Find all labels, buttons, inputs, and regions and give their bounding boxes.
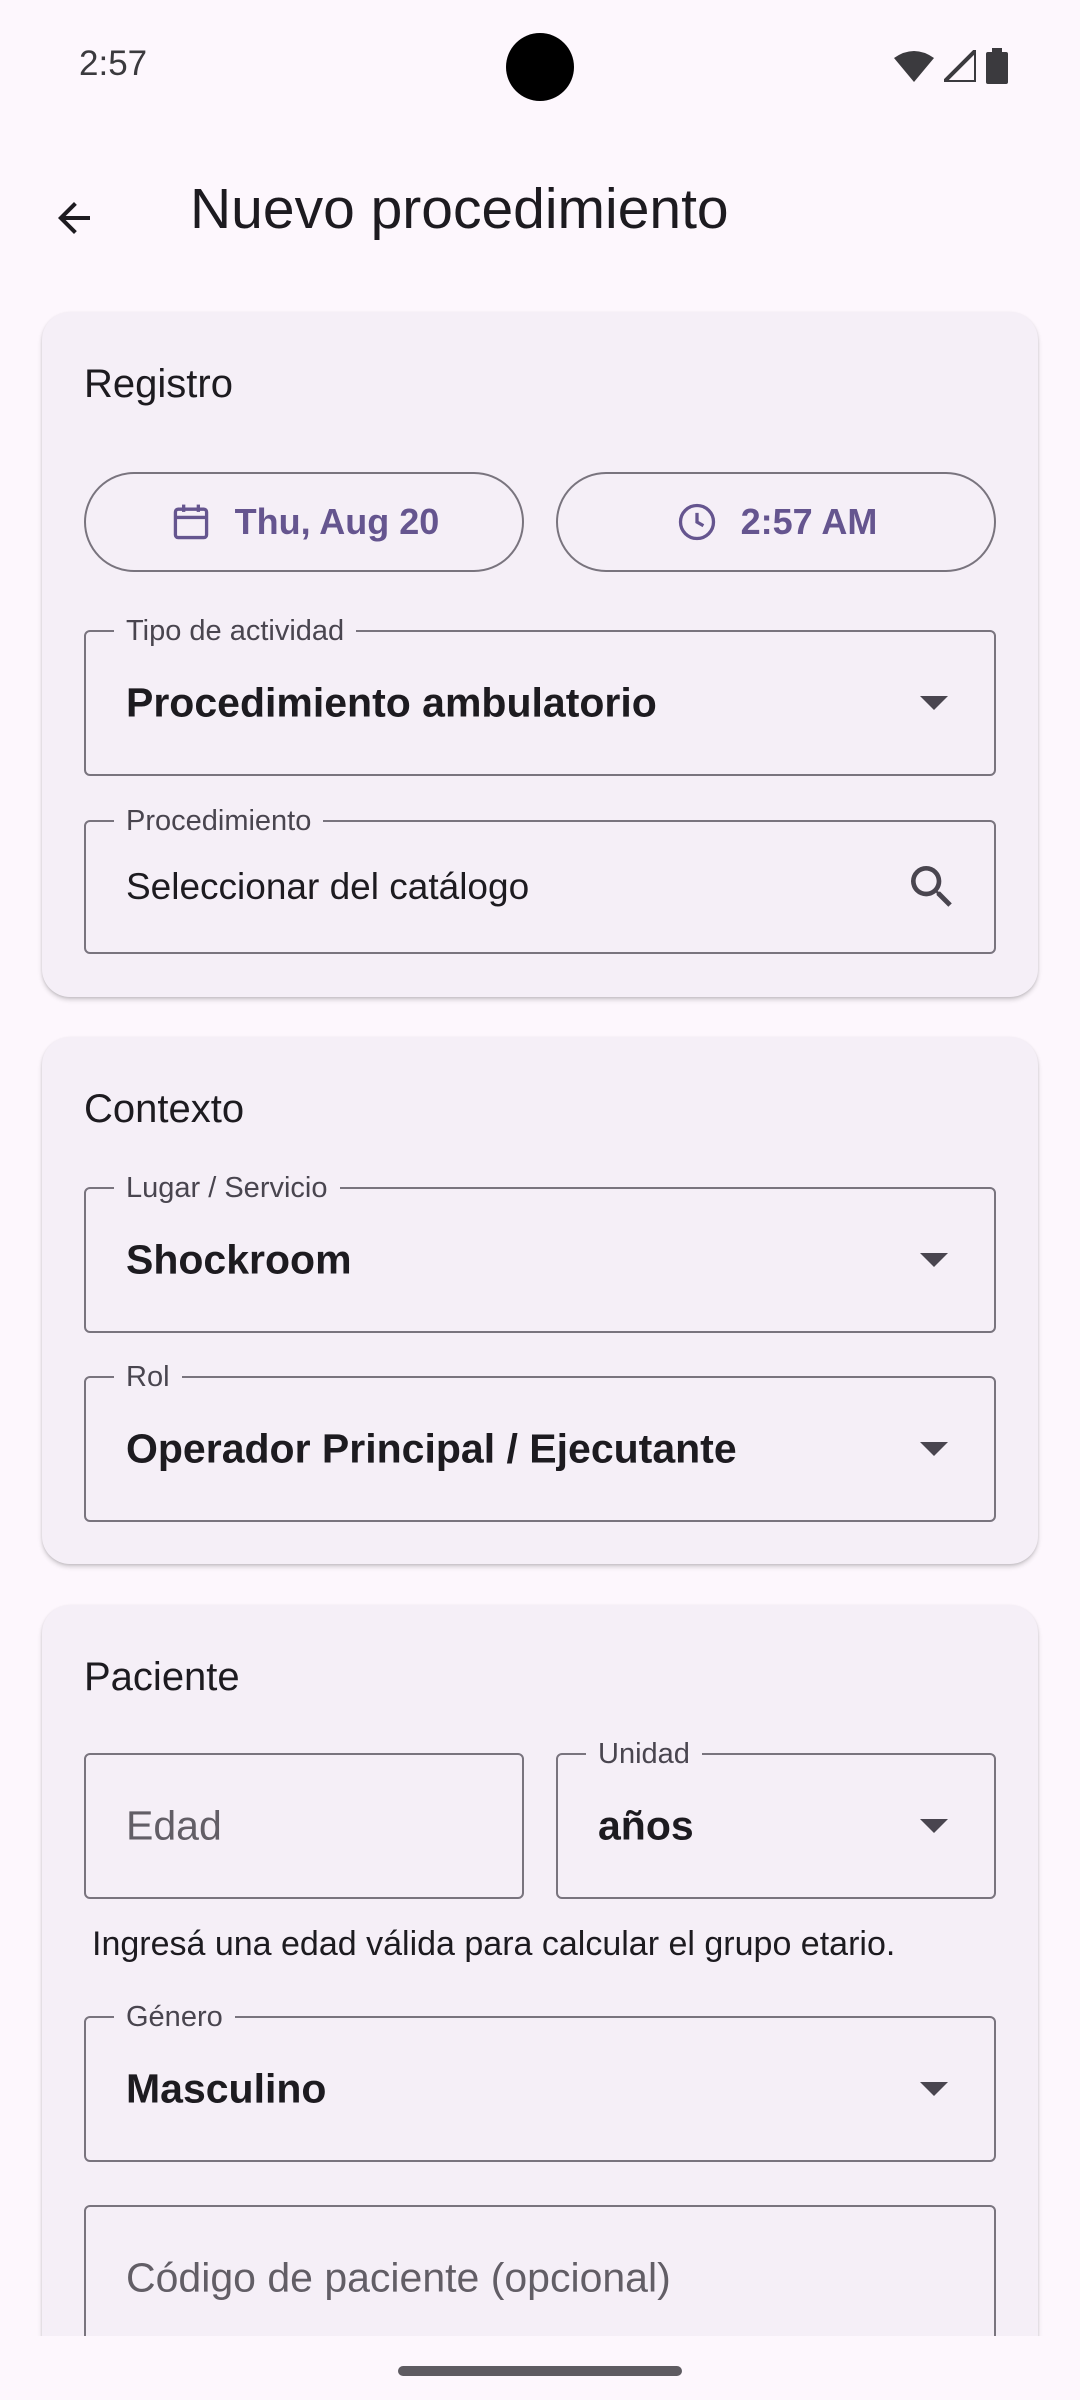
page-title: Nuevo procedimiento — [190, 177, 729, 241]
procedimiento-value: Seleccionar del catálogo — [126, 866, 530, 907]
dropdown-arrow-icon — [920, 1819, 948, 1833]
status-time: 2:57 — [79, 44, 148, 83]
back-button[interactable] — [36, 180, 112, 256]
app-bar: Nuevo procedimiento — [0, 150, 1080, 270]
genero-dropdown[interactable]: Género Masculino — [84, 2001, 996, 2162]
edad-placeholder: Edad — [126, 1802, 222, 1849]
clock-icon — [678, 503, 715, 541]
rol-value: Operador Principal / Ejecutante — [126, 1425, 737, 1472]
unidad-value: años — [598, 1802, 694, 1849]
paciente-title: Paciente — [84, 1655, 240, 1699]
battery-icon — [986, 48, 1008, 84]
paciente-card: Paciente Edad Unidad años Ingresá una ed… — [42, 1605, 1038, 2385]
date-picker-button[interactable]: Thu, Aug 20 — [84, 472, 524, 572]
unidad-dropdown[interactable]: Unidad años — [556, 1738, 996, 1899]
rol-label: Rol — [114, 1361, 182, 1393]
tipo-actividad-dropdown[interactable]: Tipo de actividad Procedimiento ambulato… — [84, 615, 996, 776]
edad-input[interactable]: Edad — [84, 1753, 524, 1899]
genero-value: Masculino — [126, 2065, 327, 2112]
wifi-icon — [894, 51, 934, 82]
procedimiento-field[interactable]: Procedimiento Seleccionar del catálogo — [84, 805, 996, 954]
back-arrow-icon — [58, 202, 90, 234]
rol-dropdown[interactable]: Rol Operador Principal / Ejecutante — [84, 1361, 996, 1522]
unidad-label: Unidad — [586, 1738, 702, 1770]
tipo-actividad-label: Tipo de actividad — [114, 615, 357, 647]
genero-label: Género — [114, 2001, 235, 2033]
codigo-paciente-input[interactable]: Código de paciente (opcional) — [84, 2205, 996, 2351]
dropdown-arrow-icon — [920, 2082, 948, 2096]
status-icons — [894, 48, 1008, 84]
registro-card: Registro Thu, Aug 20 2:57 AM Tipo de act… — [42, 312, 1038, 997]
time-label: 2:57 AM — [740, 501, 878, 542]
lugar-dropdown[interactable]: Lugar / Servicio Shockroom — [84, 1172, 996, 1333]
lugar-value: Shockroom — [126, 1236, 352, 1283]
tipo-actividad-value: Procedimiento ambulatorio — [126, 679, 657, 726]
time-picker-button[interactable]: 2:57 AM — [556, 472, 996, 572]
procedimiento-label: Procedimiento — [114, 805, 324, 837]
signal-icon — [944, 50, 976, 82]
search-icon[interactable] — [904, 859, 960, 915]
dropdown-arrow-icon — [920, 1253, 948, 1267]
front-camera — [506, 33, 574, 101]
contexto-card: Contexto Lugar / Servicio Shockroom Rol … — [42, 1037, 1038, 1564]
status-bar: 2:57 — [0, 0, 1080, 130]
dropdown-arrow-icon — [920, 696, 948, 710]
dropdown-arrow-icon — [920, 1442, 948, 1456]
calendar-icon — [173, 504, 208, 540]
edad-helper-text: Ingresá una edad válida para calcular el… — [92, 1925, 896, 1963]
registro-title: Registro — [84, 362, 233, 406]
lugar-label: Lugar / Servicio — [114, 1172, 340, 1204]
home-indicator[interactable] — [398, 2366, 682, 2376]
date-label: Thu, Aug 20 — [234, 501, 440, 542]
contexto-title: Contexto — [84, 1087, 245, 1131]
codigo-placeholder: Código de paciente (opcional) — [126, 2254, 671, 2301]
